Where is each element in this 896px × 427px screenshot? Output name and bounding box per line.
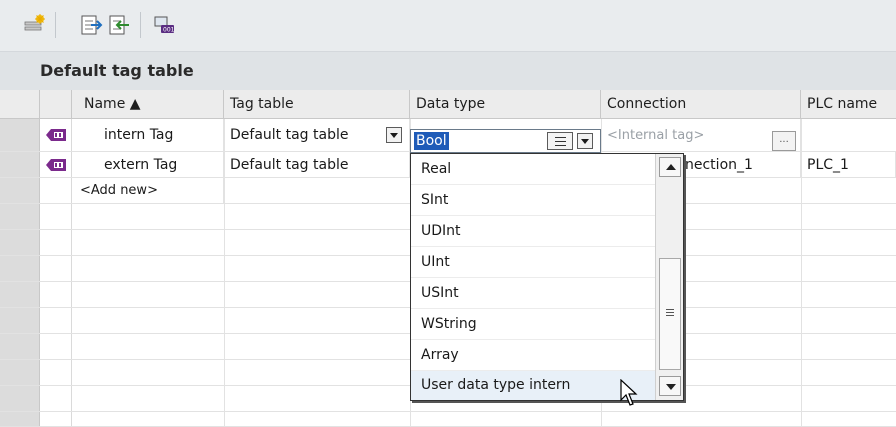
dropdown-item[interactable]: Array <box>411 340 656 371</box>
dropdown-item[interactable]: WString <box>411 309 656 340</box>
column-header-data-type[interactable]: Data type <box>410 90 601 119</box>
toolbar: 001 <box>0 0 896 52</box>
column-header-tag-table[interactable]: Tag table <box>224 90 410 119</box>
table-title: Default tag table <box>40 61 194 80</box>
header-select-cell <box>0 90 40 119</box>
column-header-connection[interactable]: Connection <box>601 90 801 119</box>
tag-table-cell[interactable]: Default tag table <box>224 152 410 178</box>
row-selector[interactable] <box>0 119 40 151</box>
row-icon-cell <box>40 178 72 203</box>
column-header-name[interactable]: Name ▲ <box>72 90 224 119</box>
add-tag-icon[interactable] <box>22 13 46 37</box>
data-type-dropdown-list: Real SInt UDInt UInt USInt WString Array… <box>410 153 684 401</box>
table-title-bar: Default tag table <box>0 52 896 90</box>
tag-name-cell[interactable]: intern Tag <box>72 119 224 152</box>
mouse-cursor-icon <box>620 379 638 406</box>
column-header-plc-name[interactable]: PLC name <box>801 90 896 119</box>
dropdown-item[interactable]: UInt <box>411 247 656 278</box>
connection-cell[interactable]: <Internal tag> <box>601 119 801 152</box>
tag-name-cell[interactable]: extern Tag <box>72 152 224 178</box>
monitor-icon[interactable]: 001 <box>152 13 176 37</box>
header-icon-cell <box>40 90 72 119</box>
tag-icon <box>46 159 66 171</box>
scroll-up-icon[interactable] <box>659 157 681 177</box>
export-icon[interactable] <box>80 13 104 37</box>
scroll-down-icon[interactable] <box>659 376 681 396</box>
data-type-value: Bool <box>414 132 449 150</box>
plc-name-cell[interactable]: PLC_1 <box>801 152 896 178</box>
toolbar-separator <box>140 12 141 38</box>
toolbar-separator <box>55 12 56 38</box>
row-selector[interactable] <box>0 178 40 203</box>
dropdown-item[interactable]: UDInt <box>411 216 656 247</box>
table-header: Name ▲ Tag table Data type Connection PL… <box>0 90 896 119</box>
add-new-cell[interactable]: <Add new> <box>72 178 224 204</box>
browse-connection-button[interactable]: ... <box>772 131 796 151</box>
dropdown-item[interactable]: SInt <box>411 185 656 216</box>
dropdown-item[interactable]: USInt <box>411 278 656 309</box>
scrollbar-thumb[interactable] <box>659 258 681 370</box>
svg-text:001: 001 <box>163 27 175 34</box>
dropdown-item[interactable]: Real <box>411 154 656 185</box>
data-type-input[interactable]: Bool <box>410 129 601 153</box>
tag-icon <box>46 129 66 141</box>
list-icon[interactable] <box>547 132 573 150</box>
tag-table-cell[interactable]: Default tag table <box>224 119 410 152</box>
chevron-down-icon[interactable] <box>386 127 402 143</box>
dropdown-scrollbar[interactable] <box>655 154 683 400</box>
import-icon[interactable] <box>108 13 132 37</box>
chevron-down-icon[interactable] <box>577 133 593 149</box>
table-row[interactable] <box>0 412 896 427</box>
row-selector[interactable] <box>0 152 40 177</box>
